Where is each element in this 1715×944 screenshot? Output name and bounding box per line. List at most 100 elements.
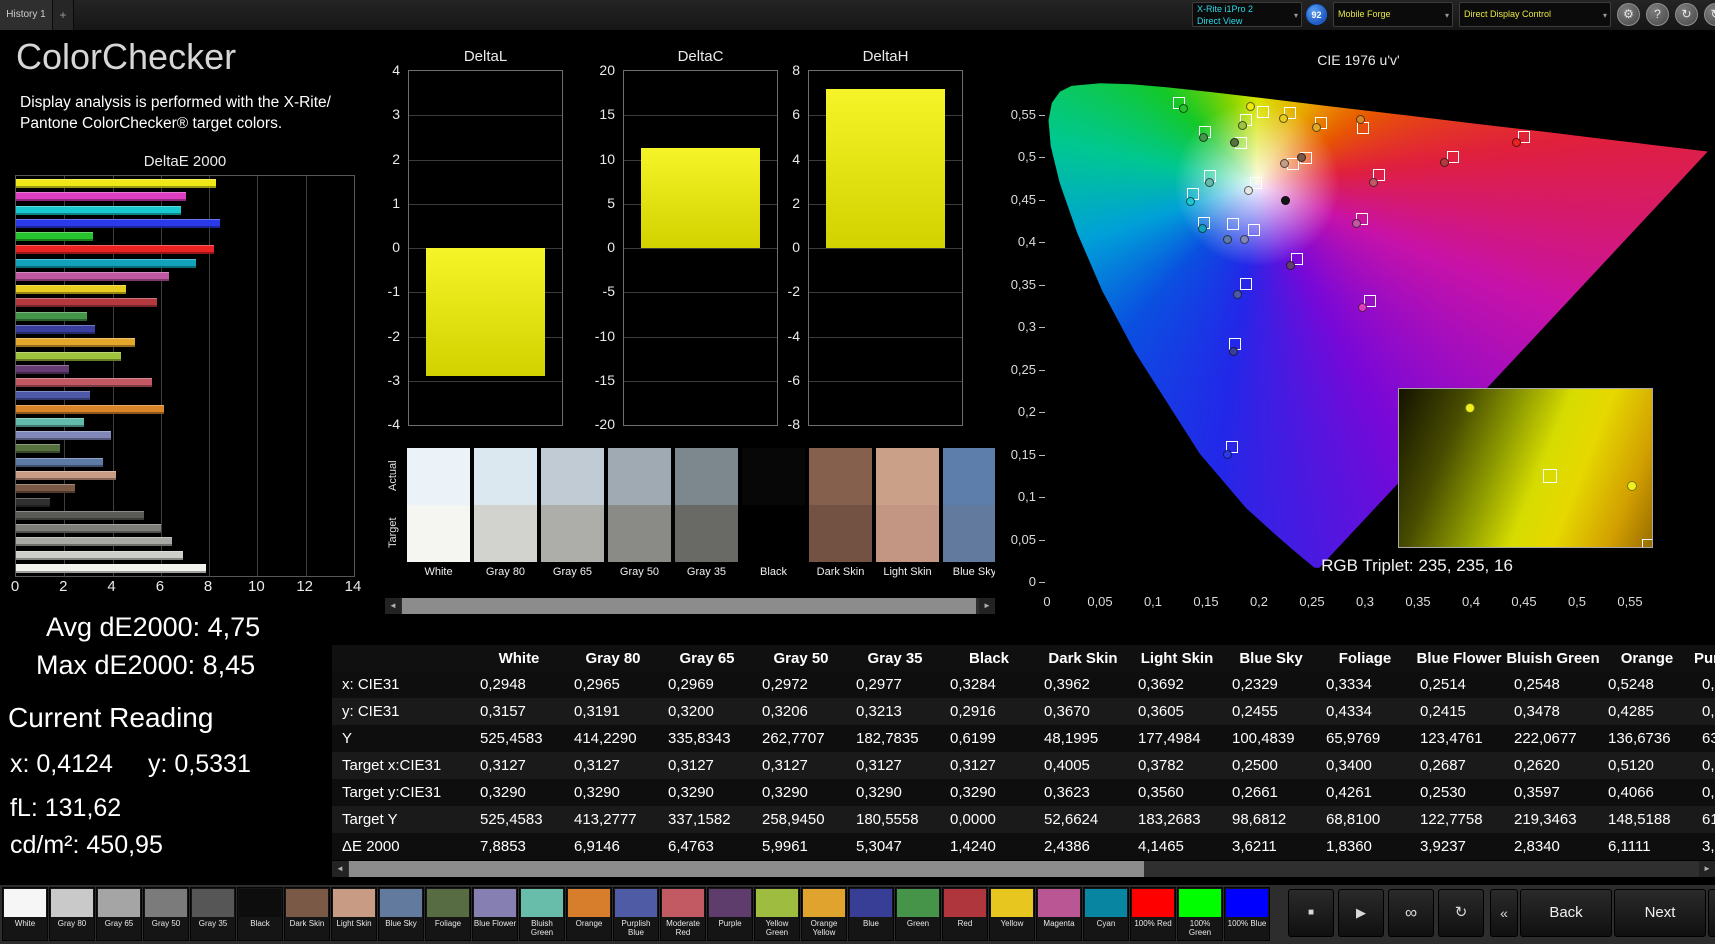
deltae-bar <box>16 311 88 321</box>
swatch-target-color <box>407 505 470 562</box>
first-page-button[interactable]: « <box>1490 889 1518 937</box>
scroll-left-button[interactable]: ◄ <box>385 598 401 614</box>
swatch-target-color <box>541 505 604 562</box>
patch-green[interactable]: Green <box>895 887 941 941</box>
meter-dropdown[interactable]: X-Rite i1Pro 2 Direct View ▾ <box>1192 2 1302 27</box>
axis-tick-label: -10 <box>594 327 615 344</box>
inset-target-square <box>1543 469 1557 483</box>
patch-foliage[interactable]: Foliage <box>425 887 471 941</box>
table-cell: 0,4285 <box>1608 703 1654 720</box>
patch-blue-flower[interactable]: Blue Flower <box>472 887 518 941</box>
patch-light-skin[interactable]: Light Skin <box>331 887 377 941</box>
reset-button[interactable]: ↻ <box>1438 889 1484 937</box>
deltae-bar <box>16 457 104 467</box>
table-cell: 0,5120 <box>1608 757 1654 774</box>
patch-cyan[interactable]: Cyan <box>1083 887 1129 941</box>
patch-orange-yellow[interactable]: Orange Yellow <box>801 887 847 941</box>
table-cell: 0,3290 <box>950 784 996 801</box>
table-cell: 0,2972 <box>762 676 808 693</box>
table-cell: 525,4583 <box>480 730 543 747</box>
deltae-bar <box>16 205 182 215</box>
patch-color-chip <box>1038 889 1080 917</box>
cie-measurement-dot <box>1439 157 1449 167</box>
scroll-left-button[interactable]: ◄ <box>332 861 348 877</box>
scroll-right-button[interactable]: ► <box>979 598 995 614</box>
patch-color-chip <box>709 889 751 917</box>
next-button[interactable]: Next <box>1614 889 1706 937</box>
patch-blue-sky[interactable]: Blue Sky <box>378 887 424 941</box>
table-row: Target x:CIE31 0,3127 0,3127 0,3127 0,3127 0,… <box>332 752 1715 779</box>
patch-black[interactable]: Black <box>237 887 283 941</box>
edge-button[interactable]: ↻ <box>1704 3 1715 26</box>
pattern-window-button[interactable]: ■ <box>1288 889 1334 937</box>
scrollbar-thumb[interactable] <box>402 598 976 614</box>
patch-bluish-green[interactable]: Bluish Green <box>519 887 565 941</box>
swatch-target-color <box>742 505 805 562</box>
patch-100-green[interactable]: 100% Green <box>1177 887 1223 941</box>
cie-y-tick <box>1039 114 1045 116</box>
meter-status-badge[interactable]: 92 <box>1306 4 1327 25</box>
swatch-label: Gray 50 <box>619 566 660 578</box>
patch-yellow[interactable]: Yellow <box>989 887 1035 941</box>
table-cell: 0,0000 <box>950 811 996 828</box>
settings-button[interactable]: ⚙ <box>1617 3 1640 26</box>
patch-dark-skin[interactable]: Dark Skin <box>284 887 330 941</box>
table-cell: 0,4066 <box>1608 784 1654 801</box>
table-cell: 219,3463 <box>1514 811 1577 828</box>
read-continuous-button[interactable]: ▶ <box>1338 889 1384 937</box>
axis-tick-label: 20 <box>599 62 615 78</box>
patch-gray-50[interactable]: Gray 50 <box>143 887 189 941</box>
table-row: ΔE 2000 7,8853 6,9146 6,4763 5,9961 5,3047 1,4… <box>332 833 1715 860</box>
patch-red[interactable]: Red <box>942 887 988 941</box>
swatch-actual-color <box>541 448 604 505</box>
axis-tick-label: -2 <box>387 327 400 344</box>
table-cell: 0,3127 <box>950 757 996 774</box>
display-control-dropdown[interactable]: Direct Display Control ▾ <box>1459 2 1611 27</box>
patch-orange[interactable]: Orange <box>566 887 612 941</box>
swatch-scrollbar[interactable]: ◄ ► <box>385 598 995 614</box>
cie-measurement-dot <box>1228 346 1238 356</box>
help-button[interactable]: ? <box>1646 3 1669 26</box>
patch-blue[interactable]: Blue <box>848 887 894 941</box>
patch-color-chip <box>98 889 140 917</box>
scroll-right-button[interactable]: ► <box>1699 861 1715 877</box>
row-label: y: CIE31 <box>342 703 400 720</box>
cie-y-tick <box>1039 157 1045 158</box>
scrollbar-thumb[interactable] <box>349 861 1144 877</box>
last-page-button[interactable]: » <box>1708 889 1715 937</box>
cie-y-tick-label: 0,45 <box>1010 191 1036 207</box>
patch-100-red[interactable]: 100% Red <box>1130 887 1176 941</box>
deltae-bar <box>16 245 215 255</box>
patch-purplish-blue[interactable]: Purplish Blue <box>613 887 659 941</box>
back-button[interactable]: Back <box>1520 889 1612 937</box>
patch-100-blue[interactable]: 100% Blue <box>1224 887 1270 941</box>
table-cell: 3,9237 <box>1420 838 1466 855</box>
patch-moderate-red[interactable]: Moderate Red <box>660 887 706 941</box>
patch-white[interactable]: White <box>2 887 48 941</box>
table-cell: 3,6211 <box>1232 838 1277 855</box>
deltae-bar <box>16 192 186 202</box>
new-tab-button[interactable]: + <box>53 0 74 30</box>
gridline <box>409 115 562 117</box>
column-header: Gray 80 <box>585 649 641 667</box>
table-cell: 0,2687 <box>1420 757 1466 774</box>
patch-gray-35[interactable]: Gray 35 <box>190 887 236 941</box>
patch-gray-80[interactable]: Gray 80 <box>49 887 95 941</box>
tab-history-1[interactable]: History 1 <box>0 0 53 30</box>
patch-magenta[interactable]: Magenta <box>1036 887 1082 941</box>
row-label: Y <box>342 730 353 747</box>
pattern-source-dropdown[interactable]: Mobile Forge ▾ <box>1333 2 1453 27</box>
table-cell: 0,1923 <box>1702 676 1715 693</box>
patch-label: Purplish Blue <box>621 919 651 937</box>
axis-tick-label: -4 <box>787 327 800 344</box>
table-scrollbar[interactable]: ◄ ► <box>332 861 1715 877</box>
patch-yellow-green[interactable]: Yellow Green <box>754 887 800 941</box>
patch-purple[interactable]: Purple <box>707 887 753 941</box>
refresh-button[interactable]: ↻ <box>1675 3 1698 26</box>
deltae-bar <box>16 524 161 533</box>
deltae-bar <box>16 325 96 334</box>
loop-button[interactable]: ∞ <box>1388 889 1434 937</box>
patch-gray-65[interactable]: Gray 65 <box>96 887 142 941</box>
cie-y-tick-label: 0,1 <box>1017 489 1036 504</box>
current-reading-heading: Current Reading <box>8 702 214 733</box>
